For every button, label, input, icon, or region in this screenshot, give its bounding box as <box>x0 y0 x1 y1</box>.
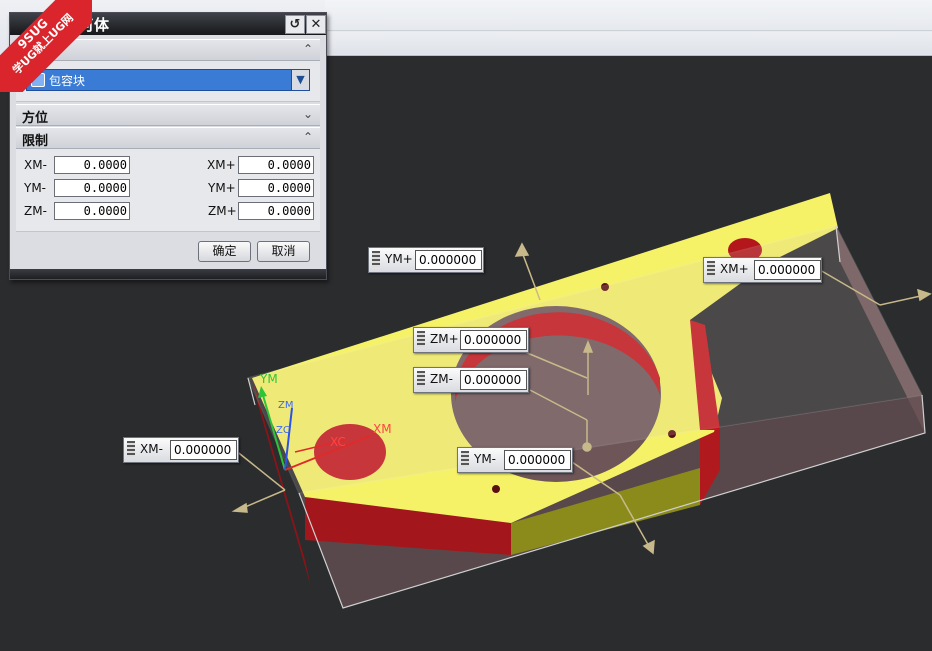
tag-xm-minus-input[interactable]: 0.000000 <box>170 440 237 460</box>
site-watermark: 9SUG 学UG就上UG网 <box>0 0 92 92</box>
drag-grip-icon[interactable] <box>417 371 425 387</box>
tag-zm-plus-label: ZM+ <box>430 332 459 346</box>
input-zm-plus[interactable]: 0.0000 <box>238 202 314 220</box>
tag-xm-plus-label: XM+ <box>720 262 749 276</box>
tag-xm-minus[interactable]: XM- 0.000000 <box>123 437 239 463</box>
tag-zm-minus[interactable]: ZM- 0.000000 <box>413 367 529 393</box>
input-xm-minus[interactable]: 0.0000 <box>54 156 130 174</box>
cancel-button[interactable]: 取消 <box>257 241 310 262</box>
drag-grip-icon[interactable] <box>372 251 380 267</box>
drag-grip-icon[interactable] <box>417 331 425 347</box>
tag-ym-minus-label: YM- <box>474 452 497 466</box>
label-xm-plus: XM+ <box>207 158 236 172</box>
dialog-bottom-bar <box>10 269 326 279</box>
triad-label-xc: XC <box>330 435 346 449</box>
tag-xm-plus-input[interactable]: 0.000000 <box>754 260 821 280</box>
section-limits-panel: XM- 0.0000 XM+ 0.0000 YM- 0.0000 YM+ 0.0… <box>16 149 320 232</box>
triad-label-xm: XM <box>373 422 392 436</box>
tag-zm-plus[interactable]: ZM+ 0.000000 <box>413 327 529 353</box>
toolbar-row-2 <box>325 32 932 54</box>
tag-ym-plus[interactable]: YM+ 0.000000 <box>368 247 484 273</box>
chevron-down-icon[interactable]: ▼ <box>291 70 309 90</box>
tag-ym-minus-input[interactable]: 0.000000 <box>504 450 571 470</box>
section-limits-label: 限制 <box>22 134 49 149</box>
tag-ym-plus-input[interactable]: 0.000000 <box>415 250 482 270</box>
tag-ym-minus[interactable]: YM- 0.000000 <box>457 447 573 473</box>
drag-grip-icon[interactable] <box>461 451 469 467</box>
drag-grip-icon[interactable] <box>127 441 135 457</box>
tag-xm-plus[interactable]: XM+ 0.000000 <box>703 257 822 283</box>
label-ym-plus: YM+ <box>208 181 236 195</box>
chevron-up-icon[interactable]: ⌃ <box>300 41 316 57</box>
tag-zm-minus-label: ZM- <box>430 372 453 386</box>
close-icon[interactable]: ✕ <box>306 15 326 34</box>
ok-button[interactable]: 确定 <box>198 241 251 262</box>
section-limits-header[interactable]: 限制 ⌃ <box>16 127 320 149</box>
input-xm-plus[interactable]: 0.0000 <box>238 156 314 174</box>
label-ym-minus: YM- <box>24 181 47 195</box>
label-xm-minus: XM- <box>24 158 47 172</box>
input-ym-plus[interactable]: 0.0000 <box>238 179 314 197</box>
limit-row-xm: XM- 0.0000 XM+ 0.0000 <box>24 156 314 174</box>
section-orientation-header[interactable]: 方位 ⌄ <box>16 104 320 126</box>
label-zm-minus: ZM- <box>24 204 47 218</box>
chevron-up-icon[interactable]: ⌃ <box>300 129 316 145</box>
tag-zm-plus-input[interactable]: 0.000000 <box>460 330 527 350</box>
input-zm-minus[interactable]: 0.0000 <box>54 202 130 220</box>
section-orientation-label: 方位 <box>22 111 49 126</box>
label-zm-plus: ZM+ <box>208 204 237 218</box>
limit-row-ym: YM- 0.0000 YM+ 0.0000 <box>24 179 314 197</box>
triad-label-ym: YM <box>260 372 278 386</box>
chevron-down-icon[interactable]: ⌄ <box>300 106 316 122</box>
tag-xm-minus-label: XM- <box>140 442 163 456</box>
toolbar-row-1 <box>325 0 932 31</box>
triad-label-zc: ZC <box>276 425 290 436</box>
drag-grip-icon[interactable] <box>707 261 715 277</box>
triad-label-zm: ZM <box>278 400 294 411</box>
limit-row-zm: ZM- 0.0000 ZM+ 0.0000 <box>24 202 314 220</box>
reset-icon[interactable]: ↺ <box>285 15 305 34</box>
input-ym-minus[interactable]: 0.0000 <box>54 179 130 197</box>
tag-zm-minus-input[interactable]: 0.000000 <box>460 370 527 390</box>
watermark-band: 9SUG 学UG就上UG网 <box>0 0 92 92</box>
pin-3 <box>492 485 500 493</box>
tag-ym-plus-label: YM+ <box>385 252 413 266</box>
